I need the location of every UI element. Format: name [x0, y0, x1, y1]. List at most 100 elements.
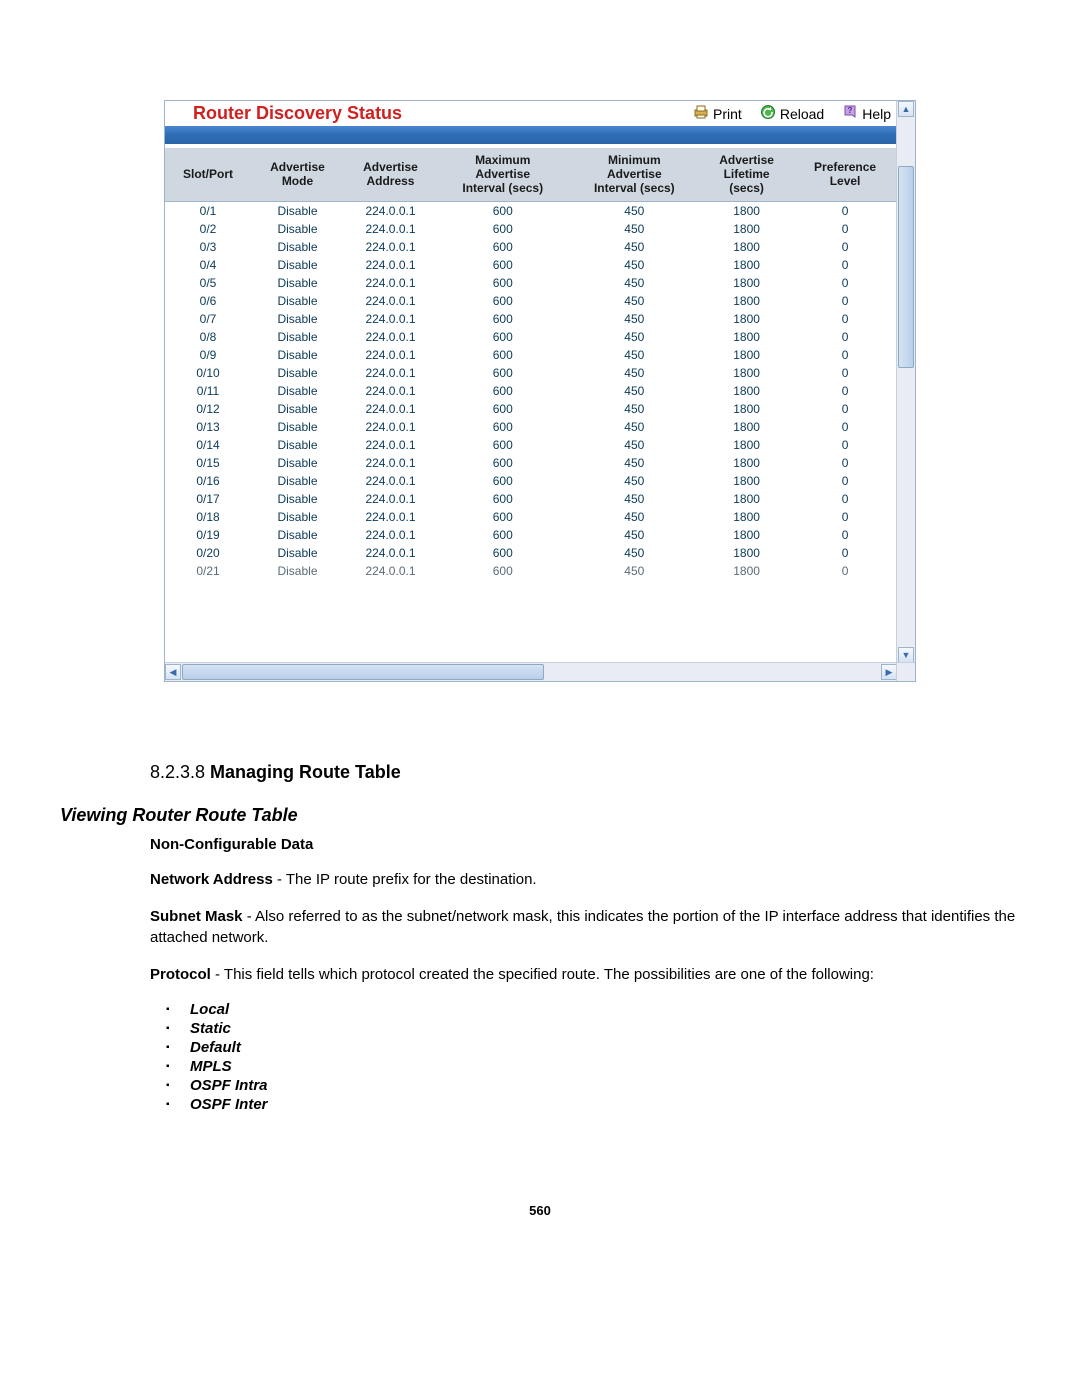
cell-life: 1800 — [700, 310, 793, 328]
non-configurable-heading: Non-Configurable Data — [150, 836, 1020, 853]
cell-max: 600 — [437, 400, 569, 418]
hscroll-track[interactable] — [182, 663, 880, 681]
cell-slot: 0/9 — [165, 346, 251, 364]
cell-min: 450 — [569, 256, 701, 274]
cell-min: 450 — [569, 436, 701, 454]
cell-addr: 224.0.0.1 — [344, 544, 437, 562]
cell-life: 1800 — [700, 364, 793, 382]
cell-life: 1800 — [700, 418, 793, 436]
cell-addr: 224.0.0.1 — [344, 382, 437, 400]
scroll-down-arrow-icon[interactable]: ▼ — [898, 647, 914, 663]
panel-title: Router Discovery Status — [193, 103, 693, 124]
cell-pref: 0 — [793, 472, 897, 490]
cell-mode: Disable — [251, 562, 344, 580]
cell-pref: 0 — [793, 562, 897, 580]
def-text: - Also referred to as the subnet/network… — [150, 908, 1015, 946]
list-item: MPLS — [190, 1058, 1020, 1075]
cell-pref: 0 — [793, 382, 897, 400]
cell-life: 1800 — [700, 544, 793, 562]
cell-addr: 224.0.0.1 — [344, 562, 437, 580]
cell-max: 600 — [437, 328, 569, 346]
cell-mode: Disable — [251, 472, 344, 490]
cell-life: 1800 — [700, 220, 793, 238]
table-row: 0/11Disable224.0.0.160045018000 — [165, 382, 897, 400]
cell-mode: Disable — [251, 238, 344, 256]
cell-pref: 0 — [793, 508, 897, 526]
router-discovery-panel: Router Discovery Status Print — [164, 100, 916, 682]
hscroll-thumb[interactable] — [182, 664, 544, 680]
vscroll-track[interactable] — [897, 118, 915, 646]
cell-slot: 0/4 — [165, 256, 251, 274]
scroll-left-arrow-icon[interactable]: ◀ — [165, 664, 181, 680]
scroll-up-arrow-icon[interactable]: ▲ — [898, 101, 914, 117]
table-row: 0/3Disable224.0.0.160045018000 — [165, 238, 897, 256]
cell-mode: Disable — [251, 202, 344, 221]
cell-life: 1800 — [700, 472, 793, 490]
cell-slot: 0/11 — [165, 382, 251, 400]
table-row: 0/14Disable224.0.0.160045018000 — [165, 436, 897, 454]
horizontal-scrollbar[interactable]: ◀ ▶ — [165, 662, 897, 681]
print-button[interactable]: Print — [693, 104, 742, 123]
cell-mode: Disable — [251, 490, 344, 508]
page-number: 560 — [60, 1203, 1020, 1218]
def-protocol: Protocol - This field tells which protoc… — [150, 964, 1020, 985]
table-row: 0/1Disable224.0.0.160045018000 — [165, 202, 897, 221]
cell-max: 600 — [437, 382, 569, 400]
cell-pref: 0 — [793, 256, 897, 274]
cell-min: 450 — [569, 400, 701, 418]
panel-header: Router Discovery Status Print — [165, 101, 897, 126]
cell-addr: 224.0.0.1 — [344, 364, 437, 382]
col-advertise-address: AdvertiseAddress — [344, 148, 437, 202]
cell-pref: 0 — [793, 418, 897, 436]
table-row: 0/7Disable224.0.0.160045018000 — [165, 310, 897, 328]
cell-mode: Disable — [251, 400, 344, 418]
cell-mode: Disable — [251, 274, 344, 292]
cell-addr: 224.0.0.1 — [344, 472, 437, 490]
cell-min: 450 — [569, 274, 701, 292]
cell-slot: 0/20 — [165, 544, 251, 562]
cell-slot: 0/14 — [165, 436, 251, 454]
cell-mode: Disable — [251, 346, 344, 364]
help-button[interactable]: ? Help — [842, 104, 891, 123]
cell-max: 600 — [437, 436, 569, 454]
title-bar-accent — [165, 126, 897, 144]
cell-min: 450 — [569, 310, 701, 328]
cell-addr: 224.0.0.1 — [344, 274, 437, 292]
reload-button[interactable]: Reload — [760, 104, 824, 123]
vscroll-thumb[interactable] — [898, 166, 914, 368]
cell-addr: 224.0.0.1 — [344, 346, 437, 364]
cell-slot: 0/13 — [165, 418, 251, 436]
print-label: Print — [713, 106, 742, 122]
cell-addr: 224.0.0.1 — [344, 238, 437, 256]
table-row: 0/21Disable224.0.0.160045018000 — [165, 562, 897, 580]
scroll-right-arrow-icon[interactable]: ▶ — [881, 664, 897, 680]
def-text: - The IP route prefix for the destinatio… — [273, 871, 537, 888]
cell-addr: 224.0.0.1 — [344, 454, 437, 472]
cell-min: 450 — [569, 508, 701, 526]
print-icon — [693, 104, 709, 123]
reload-label: Reload — [780, 106, 824, 122]
cell-max: 600 — [437, 490, 569, 508]
cell-mode: Disable — [251, 328, 344, 346]
cell-max: 600 — [437, 472, 569, 490]
table-row: 0/4Disable224.0.0.160045018000 — [165, 256, 897, 274]
cell-min: 450 — [569, 328, 701, 346]
table-row: 0/19Disable224.0.0.160045018000 — [165, 526, 897, 544]
section-heading: 8.2.3.8 Managing Route Table — [150, 762, 1020, 783]
vertical-scrollbar[interactable]: ▲ ▼ — [896, 101, 915, 663]
cell-addr: 224.0.0.1 — [344, 220, 437, 238]
cell-slot: 0/16 — [165, 472, 251, 490]
cell-mode: Disable — [251, 454, 344, 472]
col-max-interval: MaximumAdvertiseInterval (secs) — [437, 148, 569, 202]
table-row: 0/18Disable224.0.0.160045018000 — [165, 508, 897, 526]
cell-life: 1800 — [700, 490, 793, 508]
cell-min: 450 — [569, 364, 701, 382]
help-icon: ? — [842, 104, 858, 123]
def-subnet-mask: Subnet Mask - Also referred to as the su… — [150, 906, 1020, 948]
cell-pref: 0 — [793, 544, 897, 562]
col-advertise-lifetime: AdvertiseLifetime(secs) — [700, 148, 793, 202]
cell-addr: 224.0.0.1 — [344, 508, 437, 526]
cell-slot: 0/5 — [165, 274, 251, 292]
cell-pref: 0 — [793, 454, 897, 472]
cell-life: 1800 — [700, 508, 793, 526]
